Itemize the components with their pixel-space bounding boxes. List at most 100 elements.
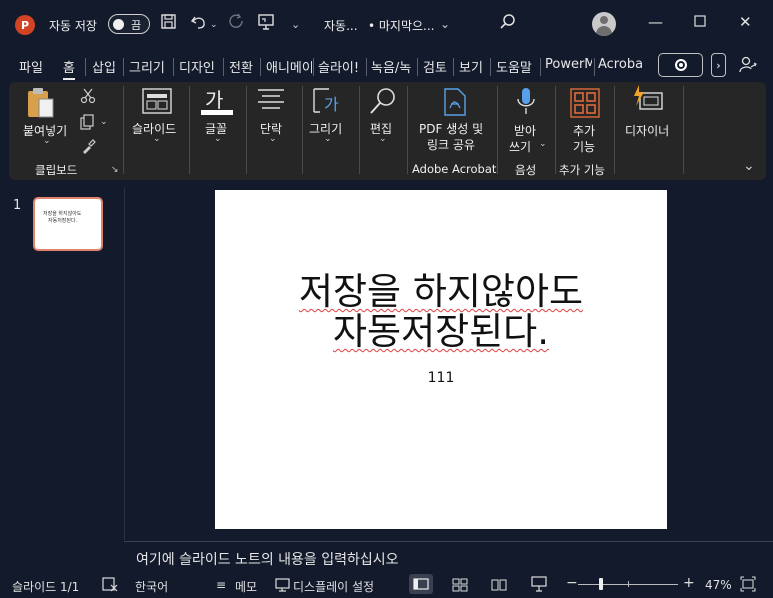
search-icon[interactable] [499,13,517,35]
tab-home[interactable]: 홈 [63,57,75,80]
more-tabs-chevron-icon[interactable]: › [711,53,726,77]
drawing-chevron-icon[interactable]: ⌄ [324,134,332,144]
editing-chevron-icon[interactable]: ⌄ [379,134,387,144]
tab-draw[interactable]: 그리기 [129,57,165,76]
font-icon[interactable]: 가 [205,84,223,113]
tab-review[interactable]: 검토 [423,57,447,76]
tab-help[interactable]: 도움말 [496,57,532,76]
autosave-toggle[interactable]: 끔 [108,14,150,34]
undo-dropdown-chevron-icon[interactable]: ⌄ [210,20,218,30]
microphone-icon[interactable] [516,86,536,122]
file-dropdown-chevron-icon[interactable]: ⌄ [440,17,450,31]
normal-view-button[interactable] [409,574,433,594]
tab-file[interactable]: 파일 [19,57,43,76]
accessibility-icon[interactable] [102,576,118,596]
zoom-slider-center-tick [628,581,629,587]
font-chevron-icon[interactable]: ⌄ [214,134,222,144]
customize-icon[interactable]: ⌄ [291,18,300,31]
drawing-icon[interactable]: 가 [312,86,346,120]
tab-divider [223,58,224,76]
zoom-in-icon[interactable]: + [683,575,695,591]
add-ins-line1[interactable]: 추가 [573,122,595,139]
slideshow-view-icon[interactable] [531,576,547,596]
tab-divider [313,58,314,76]
display-settings-label[interactable]: 디스플레이 설정 [293,578,374,595]
file-name[interactable]: 자동... [324,17,358,34]
save-status[interactable]: • 마지막으... [368,17,435,34]
copy-dropdown-chevron-icon[interactable]: ⌄ [100,117,108,127]
clipboard-launcher-icon[interactable]: ↘ [111,165,119,175]
tab-transitions[interactable]: 전환 [229,57,253,76]
record-button[interactable] [658,53,703,77]
cut-icon[interactable] [80,88,96,108]
notes-pane[interactable]: 여기에 슬라이드 노트의 내용을 입력하십시오 [124,541,773,571]
ribbon-divider [302,86,303,174]
zoom-level[interactable]: 47% [705,578,732,592]
collapse-ribbon-chevron-icon[interactable]: ⌄ [743,158,755,174]
slides-chevron-icon[interactable]: ⌄ [153,134,161,144]
share-icon[interactable] [738,55,758,79]
tab-insert[interactable]: 삽입 [92,57,116,76]
tab-view[interactable]: 보기 [459,57,483,76]
slide-sorter-icon[interactable] [452,577,468,596]
svg-text:가: 가 [324,95,339,114]
redo-icon[interactable] [228,13,246,35]
find-icon[interactable] [368,86,398,120]
format-painter-icon[interactable] [80,138,96,158]
ribbon-divider [497,86,498,174]
clipboard-group-label: 클립보드 [35,163,78,177]
tab-acrobat[interactable]: Acroba [598,57,644,72]
paste-dropdown-chevron-icon[interactable]: ⌄ [43,136,51,146]
slide-subtitle[interactable]: 111 [215,370,667,386]
zoom-out-icon[interactable]: − [566,575,578,591]
copy-icon[interactable] [79,114,95,134]
language-status[interactable]: 한국어 [135,578,168,595]
display-settings-icon[interactable] [275,577,291,596]
tab-divider [417,58,418,76]
reading-view-icon[interactable] [491,577,507,596]
close-icon[interactable]: ✕ [739,13,752,31]
notes-toggle-label[interactable]: 메모 [235,578,257,595]
tab-design[interactable]: 디자인 [179,57,215,76]
tab-animations[interactable]: 애니메이 [266,57,312,76]
title-bar: P 자동 저장 끔 ⌄ ⌄ 자동... • 마지막으... ⌄ — ✕ [0,0,773,50]
paste-icon[interactable] [25,86,57,124]
paragraph-chevron-icon[interactable]: ⌄ [269,134,277,144]
acrobat-line2[interactable]: 링크 공유 [427,136,475,153]
acrobat-pdf-icon[interactable] [442,88,468,120]
slide-title[interactable]: 저장을 하지않아도 자동저장된다. [215,272,667,352]
fit-to-window-icon[interactable] [740,576,756,596]
ribbon-divider [407,86,408,174]
maximize-icon[interactable] [694,13,706,31]
new-slide-icon[interactable] [142,88,172,118]
notes-toggle-icon[interactable]: ≡ [216,578,226,592]
tab-slideshow[interactable]: 슬라이! [318,57,364,76]
voice-group-label: 음성 [515,163,537,177]
record-icon [674,59,687,71]
dictate-chevron-icon[interactable]: ⌄ [539,139,547,149]
dictate-line2[interactable]: 쓰기 [509,138,531,155]
designer-label[interactable]: 디자이너 [625,122,669,139]
tab-divider [366,58,367,76]
slide-number: 1 [13,198,22,213]
dictate-line1[interactable]: 받아 [514,122,536,139]
avatar-icon[interactable] [592,12,616,36]
save-icon[interactable] [160,13,178,35]
zoom-slider-thumb[interactable] [599,578,603,590]
tab-powermockup[interactable]: PowerM [545,57,592,72]
present-icon[interactable] [257,13,275,35]
undo-icon[interactable] [190,13,208,35]
ribbon-divider [189,86,190,174]
add-ins-icon[interactable] [570,88,600,122]
paragraph-icon[interactable] [257,88,285,114]
minimize-icon[interactable]: — [648,13,663,31]
slide-canvas[interactable]: 저장을 하지않아도 자동저장된다. 111 [215,190,667,529]
slide-thumbnail[interactable]: 저장을 하지않아도 자동저장된다. [33,197,103,251]
tab-record[interactable]: 녹음/녹 [371,57,416,76]
slide-title-line2: 자동저장된다. [332,310,549,353]
add-ins-line2[interactable]: 기능 [573,138,595,155]
acrobat-line1[interactable]: PDF 생성 및 [419,120,483,137]
designer-icon[interactable] [632,84,664,118]
slide-title-line1: 저장을 하지않아도 [298,270,584,313]
status-bar: 슬라이드 1/1 한국어 ≡ 메모 디스플레이 설정 − + 47% [0,572,773,598]
